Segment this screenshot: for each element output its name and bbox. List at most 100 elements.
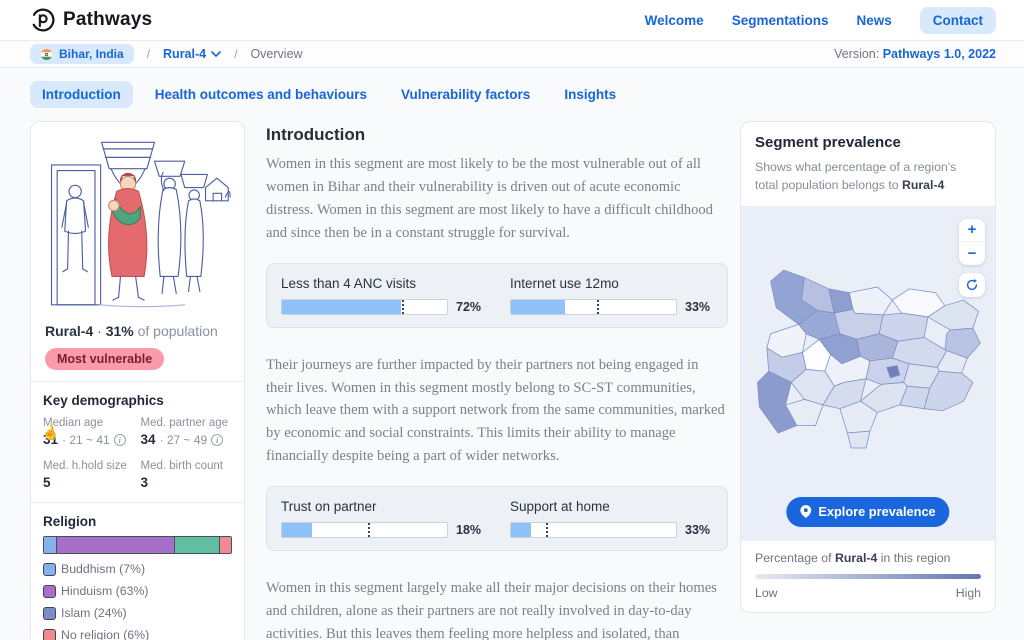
explore-prevalence-button[interactable]: Explore prevalence	[786, 497, 949, 527]
legend-swatch	[43, 563, 56, 576]
vulnerability-badge: Most vulnerable	[45, 348, 164, 370]
stat-bar	[510, 299, 677, 315]
stat-value: 33%	[685, 523, 713, 537]
prevalence-legend-label: Percentage of Rural-4 in this region	[755, 551, 981, 565]
breadcrumb-bar: Bihar, India / Rural-4 / Overview Versio…	[0, 41, 1024, 68]
nav-segmentations[interactable]: Segmentations	[732, 13, 829, 28]
legend-swatch	[43, 607, 56, 620]
pathways-logo[interactable]: Pathways	[30, 7, 152, 33]
bihar-district-map[interactable]	[750, 268, 986, 452]
version-value[interactable]: Pathways 1.0, 2022	[883, 47, 996, 61]
stat-trust-partner: Trust on partner 18%	[281, 499, 484, 538]
tab-insights[interactable]: Insights	[552, 81, 628, 108]
demographic-household-size: Med. h.hold size 5	[43, 460, 135, 490]
divider	[31, 502, 244, 503]
stat-anc-visits: Less than 4 ANC visits 72%	[281, 276, 484, 315]
religion-bar-buddhism	[44, 537, 57, 553]
average-marker	[546, 523, 548, 537]
stat-value: 33%	[685, 300, 713, 314]
pathways-logo-icon	[30, 7, 56, 33]
average-marker	[597, 300, 599, 314]
map-reset-button[interactable]	[959, 273, 985, 297]
breadcrumb-separator: /	[147, 47, 150, 61]
prevalence-gradient-bar	[755, 574, 981, 579]
main-nav: Welcome Segmentations News Contact	[645, 7, 996, 34]
stat-value: 18%	[456, 523, 484, 537]
legend-swatch	[43, 585, 56, 598]
religion-bar-hinduism	[57, 537, 175, 553]
introduction-heading: Introduction	[266, 125, 728, 145]
religion-bar-no-religion	[220, 537, 231, 553]
religion-bar-islam	[175, 537, 220, 553]
introduction-section: Introduction Women in this segment are m…	[266, 121, 728, 640]
tab-health-outcomes[interactable]: Health outcomes and behaviours	[143, 81, 379, 108]
segment-name: Rural-4	[45, 323, 93, 339]
india-flag-icon	[40, 48, 53, 61]
zoom-in-button[interactable]: +	[959, 219, 985, 242]
stat-support-home: Support at home 33%	[510, 499, 713, 538]
legend-low-label: Low	[755, 586, 778, 600]
demographic-birth-count: Med. birth count 3	[141, 460, 233, 490]
intro-paragraph-3: Women in this segment largely make all t…	[266, 577, 728, 640]
zoom-out-button[interactable]: −	[959, 242, 985, 265]
stat-panel-1: Less than 4 ANC visits 72% Internet use …	[266, 263, 728, 328]
segment-title: Rural-4 · 31% of population	[45, 323, 230, 339]
version-label: Version:	[834, 47, 879, 61]
segment-illustration	[43, 131, 232, 317]
breadcrumb: Bihar, India / Rural-4 / Overview	[30, 44, 303, 64]
prevalence-legend: Percentage of Rural-4 in this region Low…	[741, 540, 995, 612]
stat-bar	[510, 522, 677, 538]
breadcrumb-segment-dropdown[interactable]: Rural-4	[163, 47, 221, 61]
section-tabs: Introduction Health outcomes and behavio…	[30, 81, 996, 108]
prevalence-heading: Segment prevalence	[755, 134, 981, 151]
district[interactable]	[847, 431, 869, 448]
religion-legend: Buddhism (7%) Hinduism (63%) Islam (24%)…	[43, 562, 232, 640]
breadcrumb-region-label: Bihar, India	[59, 47, 124, 61]
demographics-grid: Median age 31 · 21 ~ 41 i Med. partner a…	[43, 417, 232, 490]
tab-introduction[interactable]: Introduction	[30, 81, 133, 108]
chevron-down-icon	[211, 51, 221, 57]
version-info: Version: Pathways 1.0, 2022	[834, 47, 996, 61]
refresh-icon	[965, 278, 979, 292]
prevalence-subtitle: Shows what percentage of a region's tota…	[755, 158, 981, 195]
segment-prevalence-card: Segment prevalence Shows what percentage…	[740, 121, 996, 613]
prevalence-map: + − Explore prevalence	[741, 206, 995, 540]
legend-swatch	[43, 629, 56, 640]
stat-internet-use: Internet use 12mo 33%	[510, 276, 713, 315]
top-header: Pathways Welcome Segmentations News Cont…	[0, 0, 1024, 41]
location-pin-icon	[800, 505, 811, 518]
demographics-heading: Key demographics	[43, 393, 232, 408]
breadcrumb-separator-2: /	[234, 47, 237, 61]
breadcrumb-page-label: Overview	[250, 47, 302, 61]
page-content: Introduction Health outcomes and behavio…	[0, 68, 1024, 640]
district[interactable]	[866, 358, 909, 384]
nav-news[interactable]: News	[856, 13, 891, 28]
info-icon[interactable]: i	[114, 434, 126, 446]
legend-high-label: High	[956, 586, 981, 600]
segment-summary-card: Rural-4 · 31% of population Most vulnera…	[30, 121, 245, 640]
nav-contact[interactable]: Contact	[920, 7, 996, 34]
stat-value: 72%	[456, 300, 484, 314]
breadcrumb-segment-label: Rural-4	[163, 47, 206, 61]
tab-vulnerability-factors[interactable]: Vulnerability factors	[389, 81, 542, 108]
breadcrumb-region-chip[interactable]: Bihar, India	[30, 44, 134, 64]
map-controls: + −	[959, 219, 985, 297]
segment-title-separator: ·	[97, 323, 102, 339]
intro-paragraph-1: Women in this segment are most likely to…	[266, 153, 728, 245]
religion-stacked-bar	[43, 536, 232, 554]
segment-percent: 31%	[106, 323, 134, 339]
nav-welcome[interactable]: Welcome	[645, 13, 704, 28]
religion-heading: Religion	[43, 514, 232, 529]
average-marker	[368, 523, 370, 537]
divider	[31, 381, 244, 382]
segment-percent-suffix: of population	[138, 323, 218, 339]
stat-panel-2: Trust on partner 18% Support at home	[266, 486, 728, 551]
stat-bar	[281, 299, 448, 315]
stat-bar	[281, 522, 448, 538]
district[interactable]	[849, 287, 892, 315]
demographic-partner-age: Med. partner age 34 · 27 ~ 49 i	[141, 417, 233, 447]
intro-paragraph-2: Their journeys are further impacted by t…	[266, 354, 728, 469]
brand-name: Pathways	[63, 9, 152, 31]
info-icon[interactable]: i	[211, 434, 223, 446]
average-marker	[402, 300, 404, 314]
